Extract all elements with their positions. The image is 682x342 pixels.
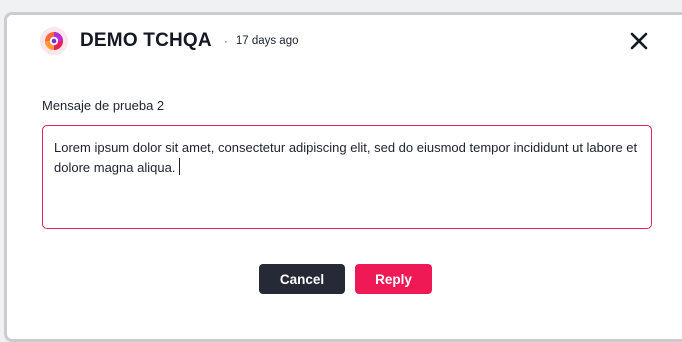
- avatar: [40, 27, 68, 55]
- close-button[interactable]: [628, 30, 650, 52]
- post-timestamp: 17 days ago: [235, 35, 299, 47]
- post-header: DEMO TCHQA · 17 days ago: [40, 26, 299, 56]
- cancel-button[interactable]: Cancel: [259, 264, 345, 294]
- text-caret: [179, 158, 181, 175]
- separator-dot: ·: [223, 34, 228, 48]
- brand-swirl-icon: [45, 32, 63, 50]
- author-name: DEMO TCHQA: [80, 30, 212, 51]
- post-message: Mensaje de prueba 2: [42, 98, 165, 113]
- reply-text: Lorem ipsum dolor sit amet, consectetur …: [54, 140, 638, 175]
- reply-button[interactable]: Reply: [355, 264, 432, 294]
- close-icon: [630, 32, 648, 50]
- reply-textarea[interactable]: Lorem ipsum dolor sit amet, consectetur …: [42, 125, 652, 229]
